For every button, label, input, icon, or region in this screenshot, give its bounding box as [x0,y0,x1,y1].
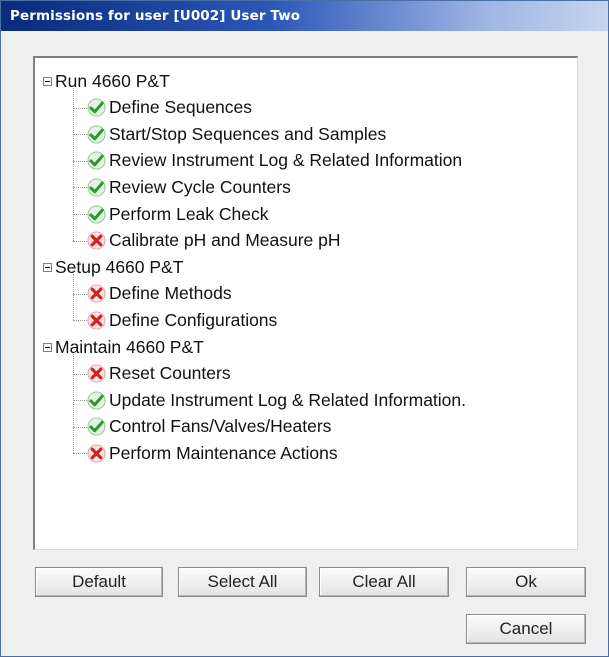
cancel-button[interactable]: Cancel [466,614,586,644]
permission-item[interactable]: Define Methods [87,281,232,307]
tree-connector [73,293,87,295]
tree-connector [73,107,87,109]
permission-item[interactable]: Review Instrument Log & Related Informat… [87,148,462,174]
permission-label: Reset Counters [109,363,231,384]
tree-connector [73,373,87,375]
permission-item[interactable]: Perform Maintenance Actions [87,440,338,466]
collapse-icon[interactable] [43,262,52,272]
default-button[interactable]: Default [35,567,163,597]
tree-connector [73,400,87,402]
tree-connector [73,320,87,322]
permission-label: Perform Maintenance Actions [109,442,338,463]
tree-connector [73,160,87,162]
permission-item[interactable]: Calibrate pH and Measure pH [87,228,341,254]
window-title: Permissions for user [U002] User Two [10,8,301,24]
permission-label: Start/Stop Sequences and Samples [109,123,387,144]
collapse-icon[interactable] [43,342,52,352]
permission-label: Define Configurations [109,309,278,330]
permissions-dialog: Permissions for user [U002] User Two Run… [0,0,609,657]
tree-connector [73,354,74,454]
tree-group[interactable]: Run 4660 P&T [43,68,170,94]
cross-icon[interactable] [87,444,106,463]
check-icon[interactable] [87,98,106,117]
cross-icon[interactable] [87,284,106,303]
permission-label: Review Instrument Log & Related Informat… [109,150,463,171]
permission-item[interactable]: Update Instrument Log & Related Informat… [87,387,466,413]
permission-item[interactable]: Define Sequences [87,95,252,121]
tree-group-label: Maintain 4660 P&T [55,336,204,357]
check-icon[interactable] [87,125,106,144]
tree-connector [73,187,87,189]
tree-group[interactable]: Maintain 4660 P&T [43,334,204,360]
permission-label: Define Sequences [109,97,253,118]
clear-all-button[interactable]: Clear All [319,567,449,597]
permission-item[interactable]: Review Cycle Counters [87,174,291,200]
check-icon[interactable] [87,204,106,224]
title-bar[interactable]: Permissions for user [U002] User Two [1,1,608,31]
permission-item[interactable]: Control Fans/Valves/Heaters [87,414,331,440]
check-icon[interactable] [87,417,106,436]
permission-item[interactable]: Perform Leak Check [87,201,269,227]
check-icon[interactable] [87,151,106,170]
permission-label: Perform Leak Check [109,203,269,224]
permission-label: Control Fans/Valves/Heaters [109,416,332,437]
cross-icon[interactable] [87,364,106,383]
permission-label: Calibrate pH and Measure pH [109,230,341,251]
tree-group-label: Setup 4660 P&T [55,256,184,277]
ok-button[interactable]: Ok [466,567,586,597]
check-icon[interactable] [87,391,106,410]
cross-icon[interactable] [87,231,106,250]
cross-icon[interactable] [87,311,106,330]
permission-label: Update Instrument Log & Related Informat… [109,389,467,410]
tree-connector [73,240,87,242]
permission-item[interactable]: Start/Stop Sequences and Samples [87,121,386,147]
tree-connector [73,134,87,136]
permission-item[interactable]: Reset Counters [87,361,231,387]
permission-label: Review Cycle Counters [109,176,291,197]
permission-label: Define Methods [109,283,232,304]
permissions-tree[interactable]: Run 4660 P&T Define Sequences Start/Stop S… [33,56,578,550]
collapse-icon[interactable] [43,76,52,86]
check-icon[interactable] [87,178,106,197]
tree-connector [73,426,87,428]
tree-connector [73,214,87,215]
tree-connector [73,274,74,321]
select-all-button[interactable]: Select All [178,567,307,597]
tree-connector [73,453,87,455]
tree-group[interactable]: Setup 4660 P&T [43,254,183,280]
tree-connector [73,88,74,241]
permission-item[interactable]: Define Configurations [87,307,277,333]
